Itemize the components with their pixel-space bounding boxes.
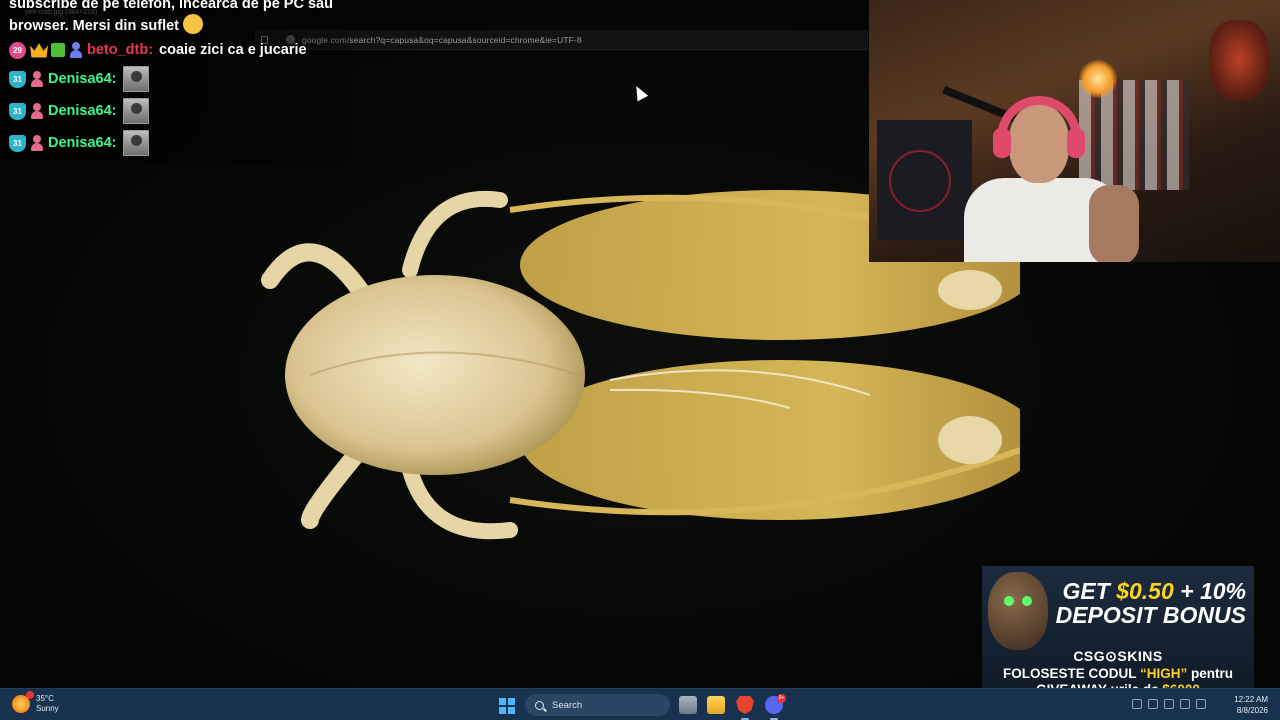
person-icon <box>30 103 44 119</box>
person-icon <box>69 42 83 58</box>
sub-badge-icon: 29 <box>9 41 26 59</box>
person-icon <box>30 135 44 151</box>
ad-character-eye <box>1022 596 1032 606</box>
brave-browser-icon[interactable] <box>736 696 754 714</box>
chat-text: coaie zici ca e jucarie <box>159 42 307 58</box>
chat-row: 31 Denisa64: <box>9 66 149 92</box>
chat-overlay: subscribe de pe telefon, incearca de pe … <box>0 0 350 165</box>
chat-username[interactable]: Denisa64: <box>48 71 117 87</box>
headset-earcup <box>993 128 1011 158</box>
chevron-up-icon[interactable] <box>1132 699 1142 709</box>
ad-headline-2: DEPOSIT BONUS <box>1055 602 1246 628</box>
volume-icon[interactable] <box>1148 699 1158 709</box>
mouse-cursor-icon <box>631 83 649 102</box>
chat-username[interactable]: Denisa64: <box>48 103 117 119</box>
clock-date: 8/8/2026 <box>1236 706 1268 715</box>
chat-row: 31 Denisa64: <box>9 130 149 156</box>
task-view-icon[interactable] <box>679 696 697 714</box>
weather-temp: 35°C <box>36 694 54 703</box>
notification-dot <box>26 691 34 699</box>
chat-username[interactable]: beto_dtb: <box>87 42 153 58</box>
ad-headline: GET $0.50 + 10% <box>1062 578 1246 604</box>
ad-code-line: FOLOSESTE CODUL “HIGH” pentru <box>1002 666 1234 681</box>
sub-badge-icon: 31 <box>9 134 26 152</box>
ad-character-image <box>988 572 1048 650</box>
taskbar: 35°C Sunny Search 9+ 12:22 AM 8/8/2026 <box>0 688 1280 720</box>
crown-icon <box>30 43 48 58</box>
start-button[interactable] <box>499 698 515 714</box>
ad-brand-logo: CSG⊙SKINS <box>1073 648 1163 664</box>
person-icon <box>30 71 44 87</box>
clock-time: 12:22 AM <box>1234 695 1268 704</box>
discord-notification-badge: 9+ <box>777 694 786 703</box>
lamp <box>1079 60 1117 98</box>
windows-logo-icon <box>499 698 506 705</box>
emote-icon <box>122 66 149 92</box>
chat-row: 29 beto_dtb: coaie zici ca e jucarie <box>9 38 307 62</box>
wall-art <box>1209 20 1269 100</box>
microphone-icon[interactable] <box>1164 699 1174 709</box>
weather-widget[interactable]: 35°C Sunny <box>12 691 59 714</box>
file-explorer-icon[interactable] <box>707 696 725 714</box>
taskbar-search[interactable]: Search <box>525 694 670 716</box>
chat-row: 31 Denisa64: <box>9 98 149 124</box>
sponsor-ad[interactable]: GET $0.50 + 10% DEPOSIT BONUS CSG⊙SKINS … <box>982 566 1254 698</box>
chat-username[interactable]: Denisa64: <box>48 135 117 151</box>
webcam-feed <box>869 0 1280 262</box>
sub-badge-icon: 31 <box>9 102 26 120</box>
sub-badge-icon: 31 <box>9 70 26 88</box>
sun-icon <box>12 691 34 713</box>
clock[interactable]: 12:22 AM 8/8/2026 <box>1234 694 1268 716</box>
speaker-icon[interactable] <box>1196 699 1206 709</box>
emote-icon <box>122 98 149 124</box>
emote-icon <box>122 130 149 156</box>
network-icon[interactable] <box>1180 699 1190 709</box>
smiling-emoji-icon <box>183 14 204 34</box>
headset-earcup <box>1067 128 1085 158</box>
search-label: Search <box>552 699 583 711</box>
search-icon <box>535 700 544 710</box>
pentagram-icon <box>889 150 951 212</box>
system-tray[interactable] <box>1132 699 1206 709</box>
streamer-arm <box>1089 185 1139 262</box>
chat-message-top-line-2: browser. Mersi din suflet <box>9 14 204 34</box>
gift-icon <box>51 43 65 57</box>
weather-desc: Sunny <box>36 704 59 713</box>
ad-character-eye <box>1004 596 1014 606</box>
